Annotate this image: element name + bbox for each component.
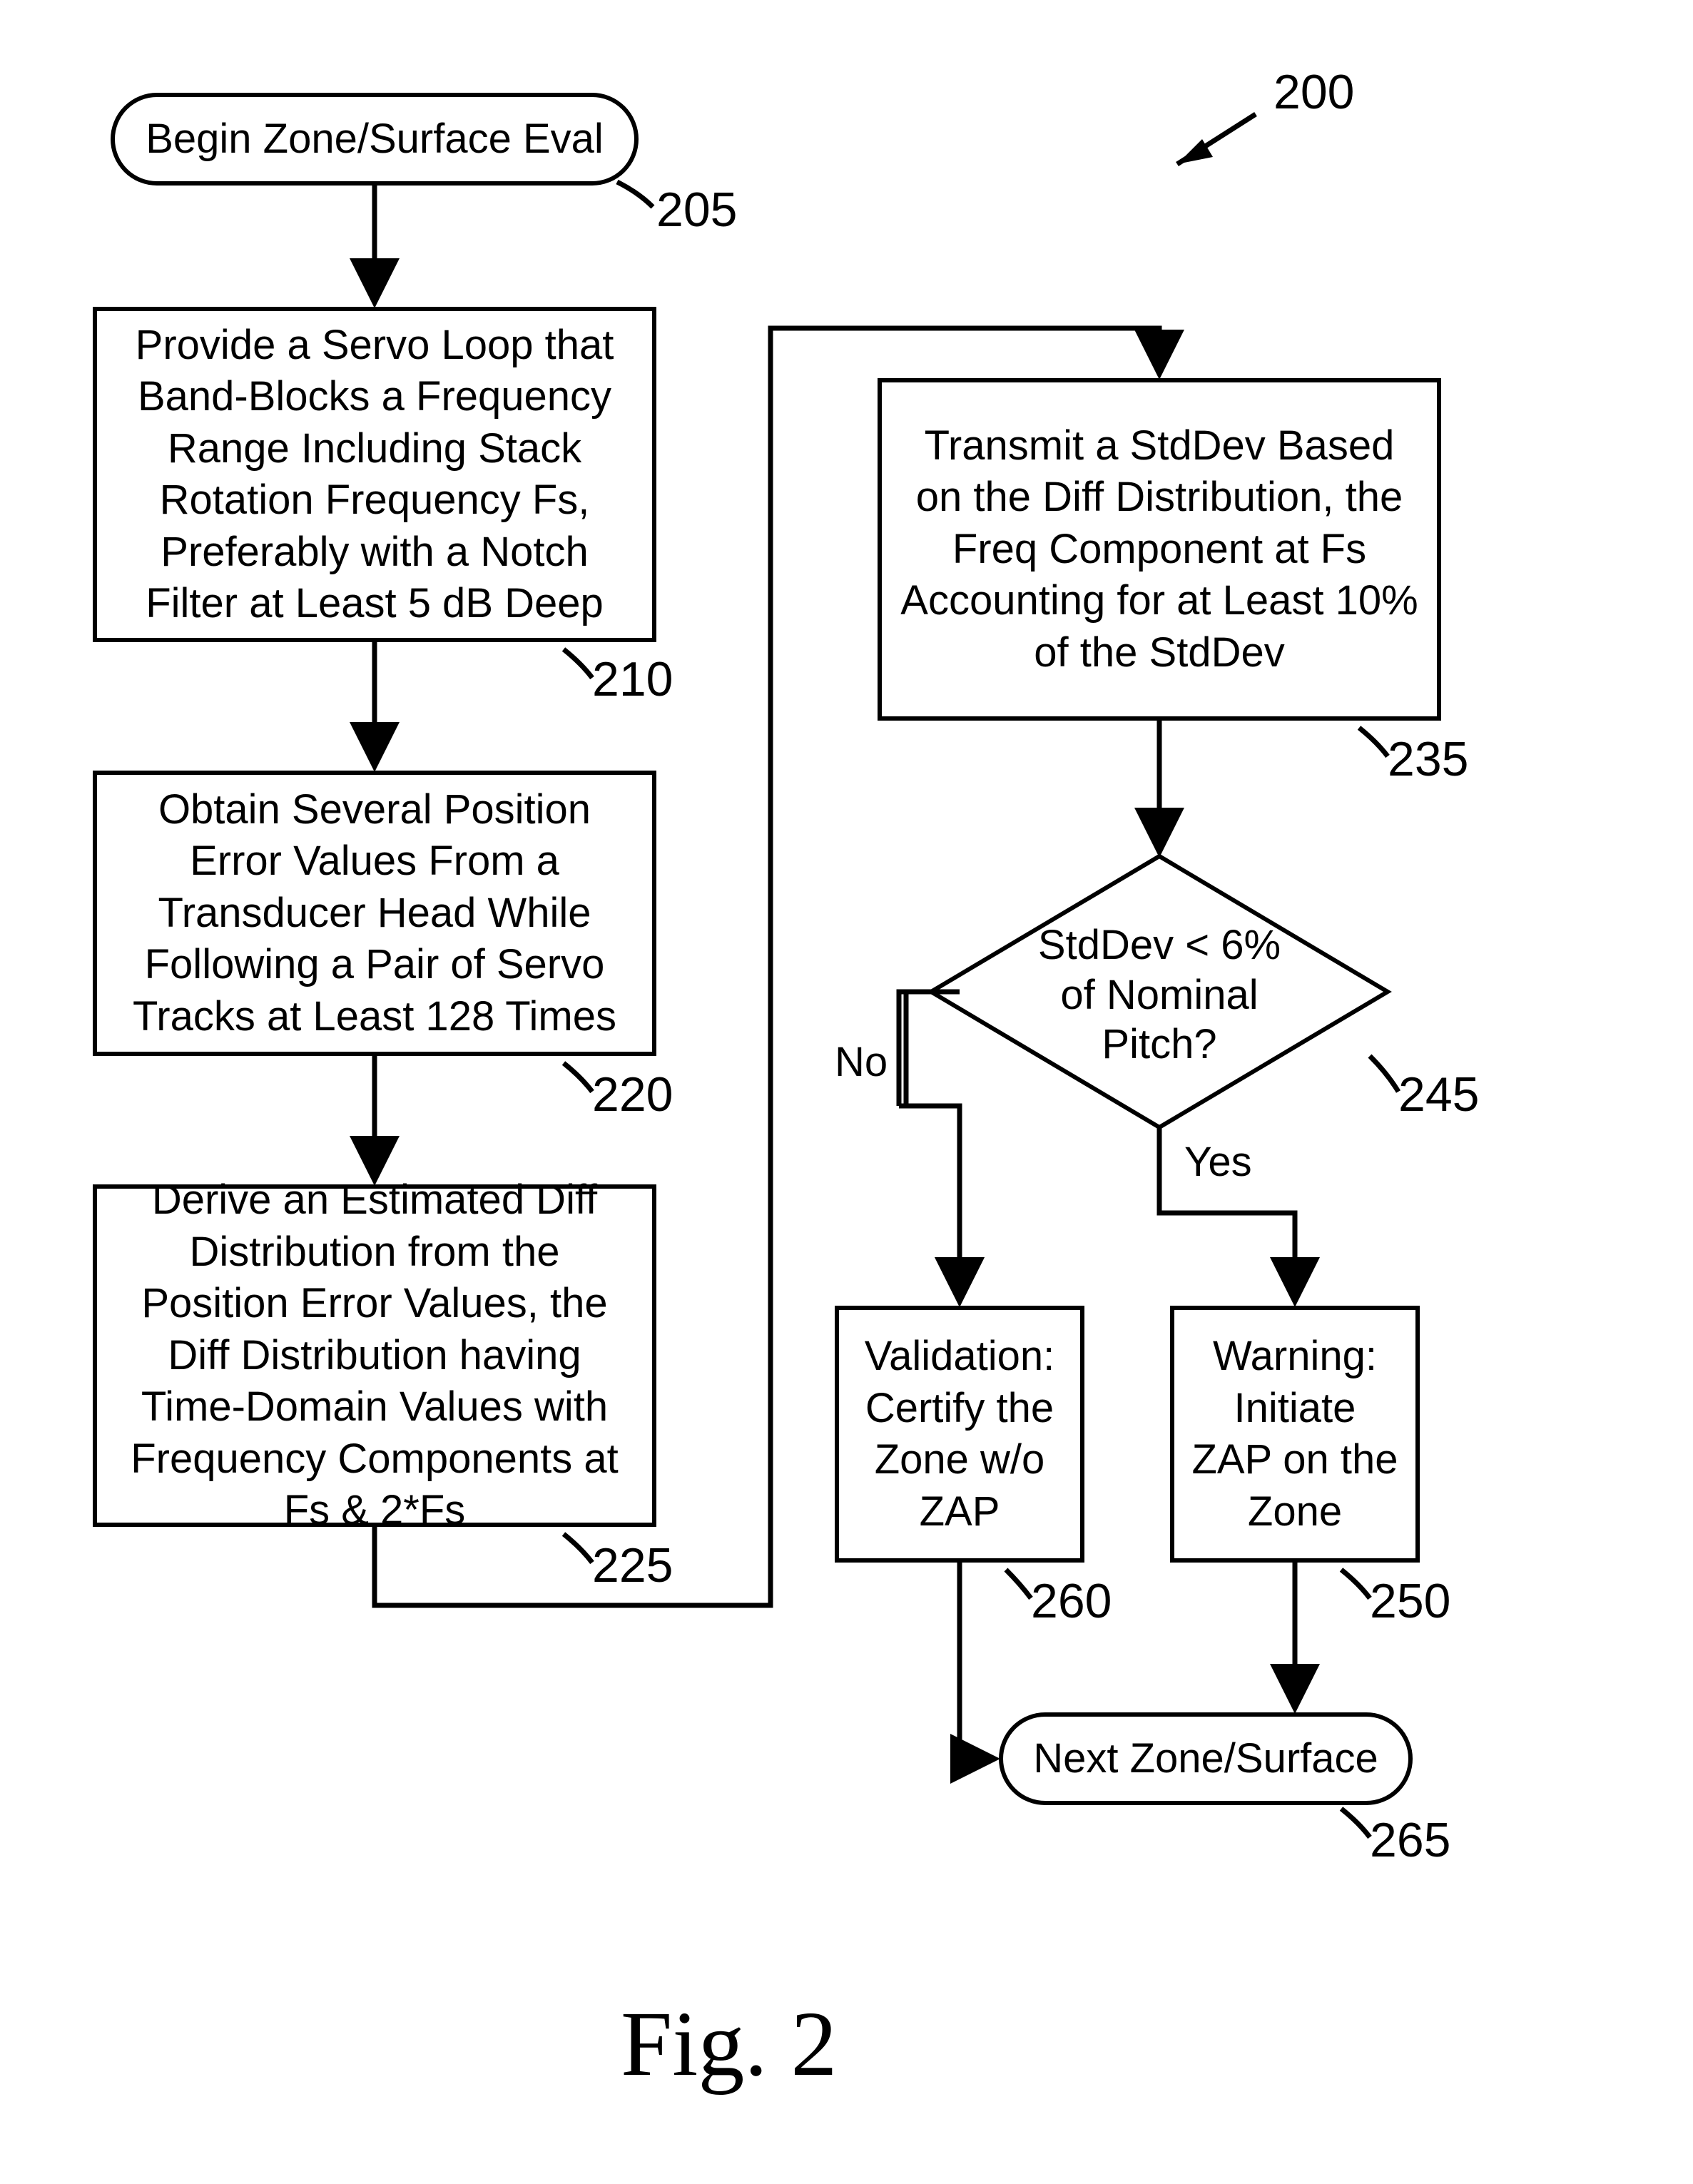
ref-265: 265 [1370, 1816, 1450, 1864]
decision-yes-label: Yes [1184, 1142, 1252, 1183]
process-warning-text: Warning: Initiate ZAP on the Zone [1189, 1331, 1401, 1538]
ref-210: 210 [592, 655, 673, 704]
process-warning: Warning: Initiate ZAP on the Zone [1170, 1306, 1420, 1563]
ref-225: 225 [592, 1541, 673, 1590]
terminator-next-text: Next Zone/Surface [1033, 1733, 1378, 1785]
process-derive-diff-text: Derive an Estimated Diff Distribution fr… [111, 1174, 638, 1537]
process-obtain-values: Obtain Several Position Error Values Fro… [93, 771, 656, 1056]
ref-250: 250 [1370, 1577, 1450, 1625]
terminator-begin: Begin Zone/Surface Eval [111, 93, 639, 186]
terminator-begin-text: Begin Zone/Surface Eval [146, 113, 604, 166]
ref-245: 245 [1398, 1070, 1479, 1119]
decision-stddev-text: StdDev < 6% of Nominal Pitch? [1027, 920, 1291, 1070]
figure-caption: Fig. 2 [621, 1991, 837, 2098]
process-transmit-stddev-text: Transmit a StdDev Based on the Diff Dist… [896, 420, 1423, 679]
ref-205: 205 [656, 186, 737, 234]
process-servo-loop: Provide a Servo Loop that Band-Blocks a … [93, 307, 656, 642]
process-validation: Validation: Certify the Zone w/o ZAP [835, 1306, 1084, 1563]
process-transmit-stddev: Transmit a StdDev Based on the Diff Dist… [878, 378, 1441, 721]
ref-260: 260 [1031, 1577, 1112, 1625]
ref-220: 220 [592, 1070, 673, 1119]
process-servo-loop-text: Provide a Servo Loop that Band-Blocks a … [111, 320, 638, 630]
ref-235: 235 [1388, 735, 1468, 783]
process-derive-diff: Derive an Estimated Diff Distribution fr… [93, 1184, 656, 1527]
decision-no-label: No [835, 1042, 888, 1083]
process-obtain-values-text: Obtain Several Position Error Values Fro… [111, 784, 638, 1043]
figure-ref-200: 200 [1273, 68, 1354, 116]
flowchart-canvas: 200 Begin Zone/Surface Eval 205 Provide … [0, 0, 1693, 2184]
process-validation-text: Validation: Certify the Zone w/o ZAP [853, 1331, 1066, 1538]
terminator-next: Next Zone/Surface [999, 1712, 1413, 1805]
